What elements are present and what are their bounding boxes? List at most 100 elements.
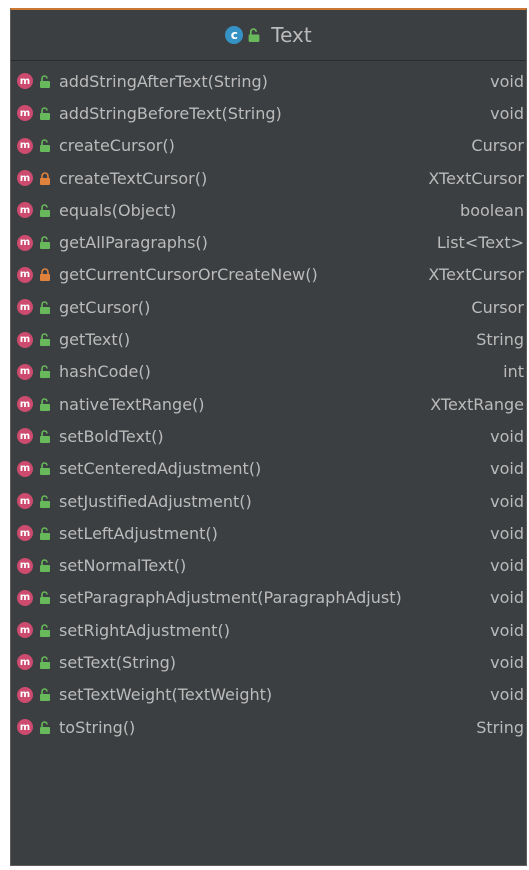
public-unlock-icon	[40, 559, 50, 573]
method-return-type: void	[490, 426, 524, 446]
method-icon: m	[17, 105, 33, 122]
method-return-type: XTextRange	[430, 394, 524, 414]
public-unlock-icon	[40, 107, 50, 120]
method-row[interactable]: m addStringBeforeText(String) void	[11, 97, 526, 129]
public-unlock-icon	[40, 656, 50, 669]
method-return-type: XTextCursor	[428, 265, 524, 285]
method-icon: m	[17, 557, 33, 574]
method-row[interactable]: m hashCode() int	[11, 356, 526, 388]
method-icon: m	[17, 137, 33, 154]
method-icon: m	[17, 654, 33, 671]
private-lock-icon	[40, 268, 50, 282]
method-icon: m	[17, 331, 33, 348]
method-name: setBoldText()	[59, 426, 164, 446]
method-name: setLeftAdjustment()	[59, 523, 218, 543]
method-name: setParagraphAdjustment(ParagraphAdjust)	[59, 588, 402, 608]
method-row[interactable]: m getAllParagraphs() List<Text>	[11, 226, 526, 258]
method-icon: m	[17, 299, 33, 316]
class-header[interactable]: c Text	[11, 10, 526, 61]
class-name: Text	[271, 23, 312, 47]
method-row[interactable]: m createCursor() Cursor	[11, 130, 526, 162]
public-unlock-icon	[40, 527, 50, 540]
method-icon: m	[17, 428, 33, 445]
public-unlock-icon	[40, 623, 50, 637]
method-name: setJustifiedAdjustment()	[59, 491, 252, 511]
method-row[interactable]: m setParagraphAdjustment(ParagraphAdjust)…	[11, 582, 526, 614]
method-icon: m	[17, 686, 33, 703]
method-name: equals(Object)	[59, 200, 177, 220]
method-name: createTextCursor()	[59, 168, 208, 188]
method-name: toString()	[59, 717, 136, 737]
method-row[interactable]: m setBoldText() void	[11, 420, 526, 452]
method-row[interactable]: m setNormalText() void	[11, 549, 526, 581]
method-row[interactable]: m equals(Object) boolean	[11, 194, 526, 226]
method-icon: m	[17, 202, 33, 219]
method-icon: m	[17, 719, 33, 736]
method-icon: m	[17, 170, 33, 187]
method-row[interactable]: m setTextWeight(TextWeight) void	[11, 679, 526, 711]
public-unlock-icon	[40, 591, 50, 605]
method-list: m addStringAfterText(String) void m addStrin…	[11, 61, 526, 743]
method-row[interactable]: m setJustifiedAdjustment() void	[11, 485, 526, 517]
uml-class-box[interactable]: c Text m addStringAfterText(String) void m a…	[10, 8, 527, 866]
method-icon: m	[17, 493, 33, 509]
public-unlock-icon	[40, 333, 50, 347]
method-row[interactable]: m setLeftAdjustment() void	[11, 517, 526, 549]
method-return-type: void	[490, 491, 524, 511]
method-row[interactable]: m createTextCursor() XTextCursor	[11, 162, 526, 194]
method-icon: m	[17, 525, 33, 542]
method-row[interactable]: m getText() String	[11, 323, 526, 355]
method-return-type: void	[490, 588, 524, 608]
method-return-type: void	[490, 103, 524, 123]
method-return-type: void	[490, 523, 524, 543]
method-icon: m	[17, 589, 33, 606]
method-name: setCenteredAdjustment()	[59, 459, 262, 479]
method-name: setRightAdjustment()	[59, 620, 230, 640]
method-row[interactable]: m setRightAdjustment() void	[11, 614, 526, 646]
public-unlock-icon	[40, 139, 50, 153]
public-unlock-icon	[40, 204, 50, 217]
method-icon: m	[17, 460, 33, 477]
public-unlock-icon	[40, 720, 50, 734]
method-row[interactable]: m setCenteredAdjustment() void	[11, 453, 526, 485]
method-row[interactable]: m toString() String	[11, 711, 526, 743]
method-name: getAllParagraphs()	[59, 233, 208, 253]
method-name: setTextWeight(TextWeight)	[59, 685, 273, 705]
private-lock-icon	[40, 171, 50, 185]
public-unlock-icon	[40, 397, 50, 411]
method-return-type: int	[503, 362, 524, 382]
public-unlock-icon	[40, 494, 50, 508]
public-unlock-icon	[40, 462, 50, 476]
public-unlock-icon	[40, 430, 50, 443]
method-name: addStringAfterText(String)	[59, 71, 268, 91]
method-row[interactable]: m getCursor() Cursor	[11, 291, 526, 323]
method-name: hashCode()	[59, 362, 151, 382]
method-row[interactable]: m nativeTextRange() XTextRange	[11, 388, 526, 420]
method-name: getText()	[59, 330, 131, 350]
method-return-type: void	[490, 620, 524, 640]
method-row[interactable]: m addStringAfterText(String) void	[11, 65, 526, 97]
public-unlock-icon	[40, 236, 50, 250]
method-return-type: void	[490, 685, 524, 705]
method-row[interactable]: m getCurrentCursorOrCreateNew() XTextCurso…	[11, 259, 526, 291]
public-unlock-icon	[40, 74, 50, 88]
method-icon: m	[17, 622, 33, 639]
method-return-type: void	[490, 652, 524, 672]
method-return-type: Cursor	[471, 297, 524, 317]
method-return-type: Cursor	[471, 136, 524, 156]
method-icon: m	[17, 73, 33, 90]
public-unlock-icon	[248, 28, 260, 42]
method-return-type: XTextCursor	[428, 168, 524, 188]
method-name: getCurrentCursorOrCreateNew()	[59, 265, 318, 285]
method-return-type: String	[476, 330, 524, 350]
method-return-type: void	[490, 459, 524, 479]
method-return-type: List<Text>	[436, 233, 524, 253]
method-return-type: void	[490, 556, 524, 576]
method-icon: m	[17, 363, 33, 380]
method-name: setNormalText()	[59, 556, 187, 576]
method-name: setText(String)	[59, 652, 177, 672]
class-icon: c	[225, 26, 244, 44]
public-unlock-icon	[40, 688, 50, 702]
public-unlock-icon	[40, 365, 50, 379]
method-row[interactable]: m setText(String) void	[11, 646, 526, 678]
